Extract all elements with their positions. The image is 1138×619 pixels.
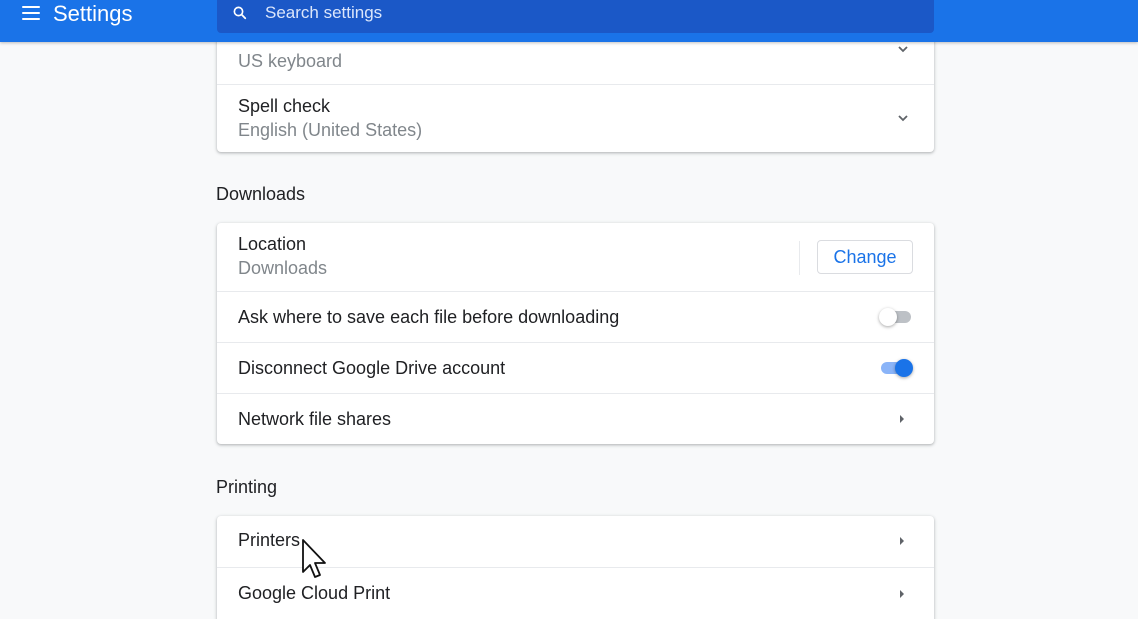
location-value: Downloads (238, 258, 328, 278)
printing-section-title: Printing (216, 477, 278, 497)
spell-check-value: English (United States) (238, 120, 423, 140)
search-input[interactable]: Search settings (217, 0, 934, 33)
chevron-down-icon[interactable] (896, 42, 910, 56)
cloud-print-label: Google Cloud Print (238, 583, 391, 603)
menu-icon[interactable] (20, 3, 42, 23)
chevron-down-icon[interactable] (896, 111, 910, 125)
ask-where-row[interactable]: Ask where to save each file before downl… (217, 291, 934, 342)
downloads-section-title: Downloads (216, 184, 306, 204)
downloads-card: Location Downloads Change Ask where to s… (217, 223, 934, 444)
disconnect-drive-row[interactable]: Disconnect Google Drive account (217, 342, 934, 393)
app-title: Settings (53, 1, 133, 26)
top-bar: Settings Search settings (0, 0, 1138, 42)
disconnect-drive-label: Disconnect Google Drive account (238, 358, 506, 378)
spell-check-row[interactable]: Spell check English (United States) (217, 84, 934, 152)
change-location-button[interactable]: Change (817, 240, 913, 274)
arrow-right-icon (900, 537, 904, 545)
network-shares-label: Network file shares (238, 409, 392, 429)
search-icon (233, 6, 247, 20)
arrow-right-icon (900, 590, 904, 598)
disconnect-drive-toggle[interactable] (879, 358, 913, 378)
ask-where-label: Ask where to save each file before downl… (238, 307, 620, 327)
spell-check-label: Spell check (238, 96, 331, 116)
location-label: Location (238, 234, 307, 254)
search-placeholder: Search settings (265, 3, 383, 22)
printers-label: Printers (238, 530, 301, 550)
ask-where-toggle[interactable] (879, 307, 913, 327)
keyboard-value: US keyboard (238, 51, 343, 71)
mouse-pointer-icon (302, 539, 326, 578)
arrow-right-icon (900, 415, 904, 423)
network-shares-row[interactable]: Network file shares (217, 393, 934, 444)
location-row: Location Downloads Change (217, 223, 934, 291)
separator (799, 241, 800, 275)
